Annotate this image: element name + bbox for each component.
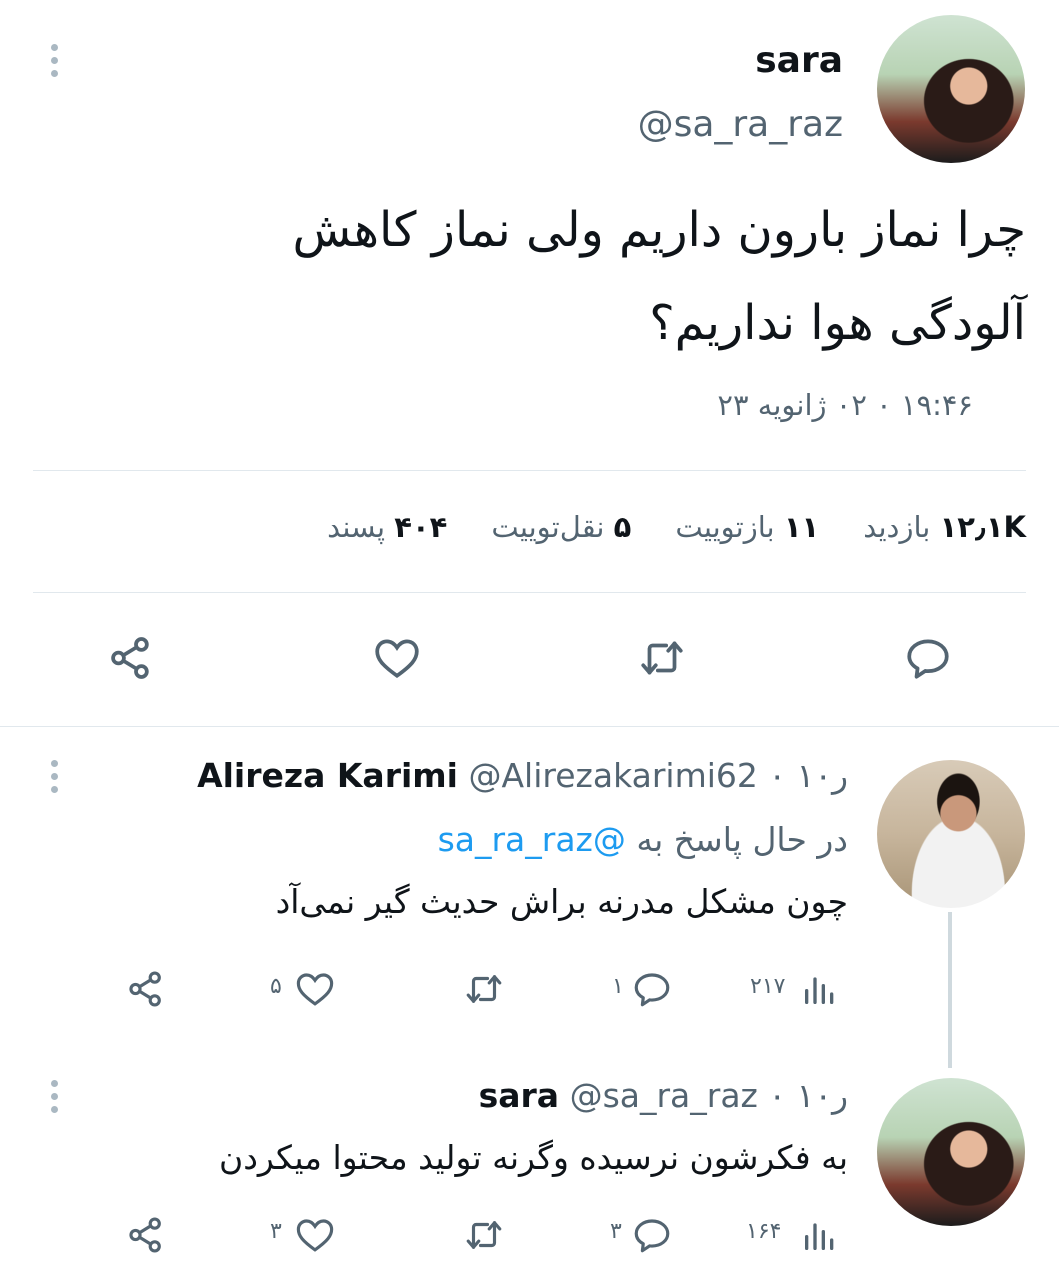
- reply-icon[interactable]: [630, 968, 674, 1010]
- stats-row: ۱۲٫۱K بازدید ۱۱ بازتوییت ۵ نقل‌توییت ۴۰۴…: [327, 510, 1026, 544]
- replying-to-prefix: در حال پاسخ به: [636, 820, 848, 859]
- views-label: بازدید: [863, 510, 931, 544]
- reply-icon[interactable]: [630, 1214, 674, 1256]
- share-icon[interactable]: [106, 633, 156, 683]
- like-icon[interactable]: [293, 1214, 337, 1256]
- avatar[interactable]: [877, 1078, 1025, 1226]
- reply-time[interactable]: ۰ ۱۰ر: [768, 756, 848, 795]
- like-icon[interactable]: [293, 968, 337, 1010]
- tweet-text-line-2: آلودگی هوا نداریم؟: [649, 295, 1026, 351]
- retweets-stat[interactable]: ۱۱ بازتوییت: [675, 510, 819, 544]
- author-name[interactable]: sara: [755, 40, 843, 81]
- likes-stat[interactable]: ۴۰۴ پسند: [327, 510, 447, 544]
- more-options-icon[interactable]: [51, 760, 59, 799]
- share-icon[interactable]: [125, 968, 167, 1010]
- likes-label: پسند: [327, 510, 386, 544]
- replying-to: در حال پاسخ به @sa_ra_raz: [438, 820, 848, 859]
- views-stat[interactable]: ۱۲٫۱K بازدید: [863, 510, 1026, 544]
- avatar[interactable]: [877, 760, 1025, 908]
- retweet-icon[interactable]: [634, 633, 690, 683]
- like-count: ۳: [270, 1219, 282, 1244]
- likes-value: ۴۰۴: [394, 510, 448, 544]
- reply-author-name[interactable]: Alireza Karimi: [197, 756, 458, 795]
- more-options-icon[interactable]: [51, 44, 59, 83]
- reply-icon[interactable]: [902, 633, 954, 683]
- replying-to-handle[interactable]: @sa_ra_raz: [438, 820, 626, 859]
- reply-text: به فکرشون نرسیده وگرنه تولید محتوا میکرد…: [218, 1138, 848, 1177]
- views-icon[interactable]: [800, 1214, 840, 1256]
- retweets-value: ۱۱: [783, 510, 820, 544]
- author-handle[interactable]: @sa_ra_raz: [638, 104, 843, 145]
- reply-author-name[interactable]: sara: [479, 1076, 559, 1115]
- retweet-icon[interactable]: [460, 1214, 508, 1256]
- share-icon[interactable]: [125, 1214, 167, 1256]
- thread-line: [948, 912, 952, 1068]
- reply-text: چون مشکل مدرنه براش حدیث گیر نمی‌آد: [275, 882, 848, 921]
- more-options-icon[interactable]: [51, 1080, 59, 1119]
- divider: [33, 470, 1026, 471]
- divider: [0, 726, 1059, 727]
- retweets-label: بازتوییت: [675, 510, 775, 544]
- reply-header: sara @sa_ra_raz ۰ ۱۰ر: [479, 1076, 848, 1115]
- tweet-timestamp[interactable]: ۱۹:۴۶ ۰ ۰۲ ژانویه ۲۳: [717, 388, 973, 422]
- reply-count: ۱: [612, 974, 624, 999]
- tweet-text-line-1: چرا نماز بارون داریم ولی نماز کاهش: [292, 202, 1026, 258]
- like-icon[interactable]: [371, 633, 423, 683]
- views-count: ۱۶۴: [746, 1219, 782, 1244]
- views-count: ۲۱۷: [750, 974, 786, 999]
- reply-time[interactable]: ۰ ۱۰ر: [768, 1076, 848, 1115]
- views-icon[interactable]: [800, 968, 840, 1010]
- quotes-label: نقل‌توییت: [491, 510, 605, 544]
- quotes-value: ۵: [613, 510, 632, 544]
- reply-author-handle[interactable]: @Alirezakarimi62: [468, 756, 757, 795]
- like-count: ۵: [270, 974, 282, 999]
- reply-count: ۳: [610, 1219, 622, 1244]
- retweet-icon[interactable]: [460, 968, 508, 1010]
- reply-header: Alireza Karimi @Alirezakarimi62 ۰ ۱۰ر: [197, 756, 848, 795]
- quotes-stat[interactable]: ۵ نقل‌توییت: [491, 510, 631, 544]
- divider: [33, 592, 1026, 593]
- views-value: ۱۲٫۱K: [939, 510, 1026, 544]
- reply-author-handle[interactable]: @sa_ra_raz: [570, 1076, 758, 1115]
- avatar[interactable]: [877, 15, 1025, 163]
